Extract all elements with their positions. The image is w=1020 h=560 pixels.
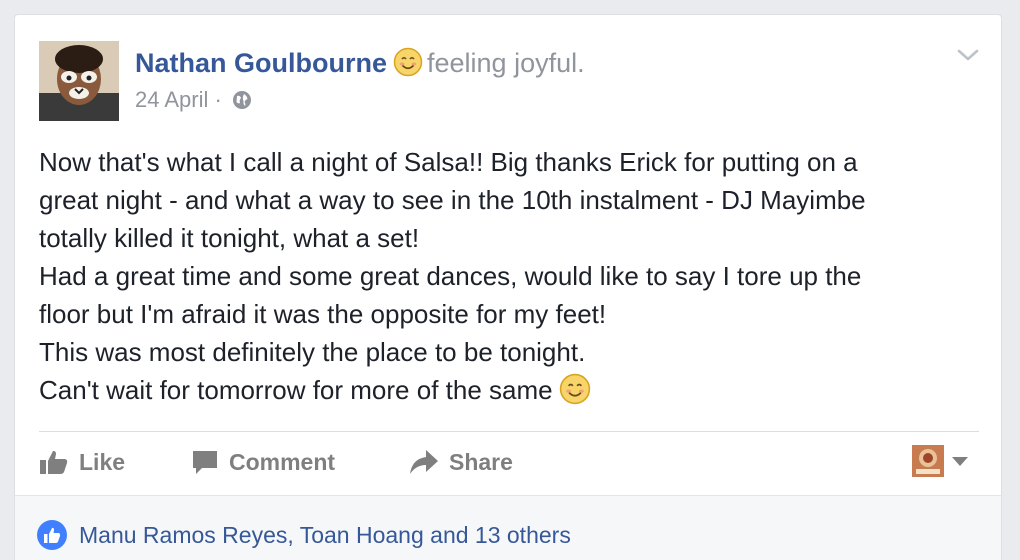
like-reaction-icon <box>37 520 67 550</box>
post-line: Had a great time and some great dances, … <box>39 261 862 291</box>
post-options-chevron-icon[interactable] <box>955 45 981 65</box>
post-line-text: Can't wait for tomorrow for more of the … <box>39 375 553 405</box>
reactions-bar: Manu Ramos Reyes, Toan Hoang and 13 othe… <box>15 495 1001 560</box>
like-label: Like <box>79 448 126 475</box>
post-line: floor but I'm afraid it was the opposite… <box>39 299 607 329</box>
like-button[interactable]: Like <box>39 447 125 477</box>
post-line: Now that's what I call a night of Salsa!… <box>39 147 858 177</box>
share-button[interactable]: Share <box>409 447 513 477</box>
reactions-text: Manu Ramos Reyes, Toan Hoang and 13 othe… <box>79 521 571 548</box>
post-line: great night - and what a way to see in t… <box>39 185 866 215</box>
actions-divider <box>39 431 979 432</box>
page-avatar-thumbnail <box>912 445 944 477</box>
comment-label: Comment <box>229 448 336 475</box>
avatar-photo <box>39 41 119 121</box>
post-line-last: Can't wait for tomorrow for more of the … <box>39 371 979 415</box>
share-arrow-icon <box>410 450 438 474</box>
globe-icon[interactable] <box>232 90 252 116</box>
feeling-text: feeling joyful. <box>427 48 585 78</box>
chevron-down-icon <box>952 456 968 466</box>
post-header: Nathan Goulbourne feeling joyful. <box>135 47 585 84</box>
page-selector[interactable] <box>912 445 968 477</box>
comment-button[interactable]: Comment <box>191 447 335 477</box>
smile-emoji-icon <box>559 373 591 415</box>
post-body: Now that's what I call a night of Salsa!… <box>39 143 979 415</box>
smile-emoji-icon <box>393 47 423 84</box>
comment-bubble-icon <box>193 451 217 474</box>
author-name[interactable]: Nathan Goulbourne <box>135 48 387 78</box>
post-date[interactable]: 24 April <box>135 87 208 112</box>
avatar[interactable] <box>39 41 119 121</box>
meta-separator: · <box>214 87 222 112</box>
post-meta: 24 April · <box>135 87 252 116</box>
post-line: totally killed it tonight, what a set! <box>39 223 420 253</box>
thumbs-up-icon <box>40 450 68 474</box>
post-line: This was most definitely the place to be… <box>39 337 586 367</box>
reactions-summary[interactable]: Manu Ramos Reyes, Toan Hoang and 13 othe… <box>37 520 571 550</box>
share-label: Share <box>449 448 513 475</box>
post-card: Nathan Goulbourne feeling joyful. 24 Apri… <box>14 14 1002 560</box>
